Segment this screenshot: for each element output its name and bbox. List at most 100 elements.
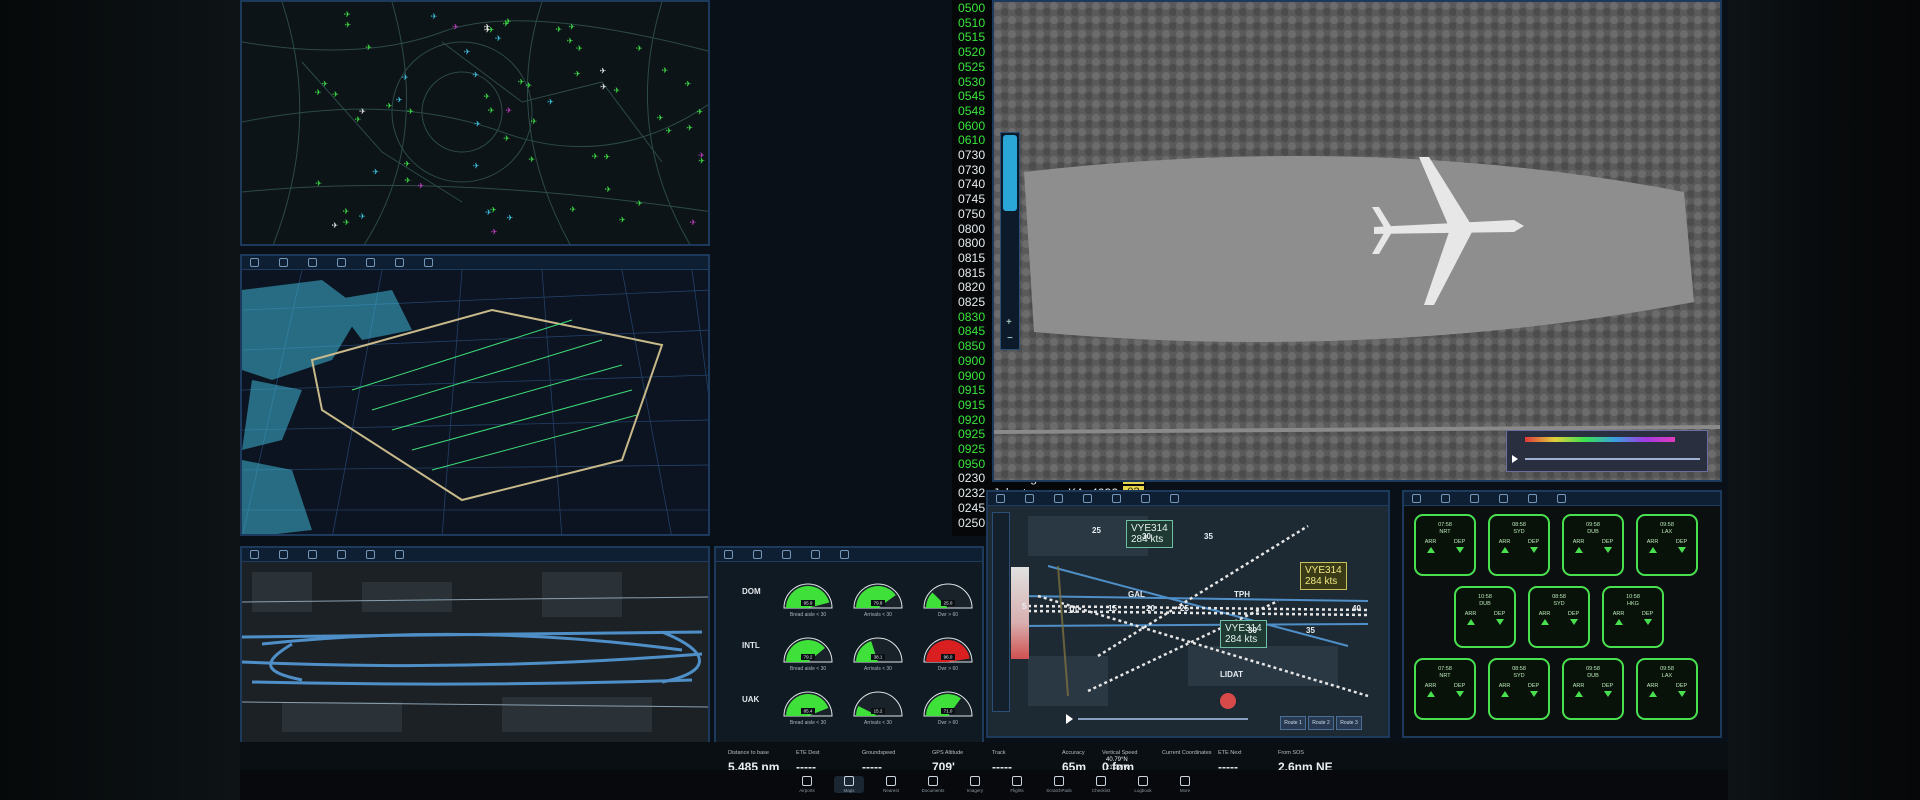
route-icon[interactable]: [337, 258, 346, 267]
timeline-track[interactable]: [1525, 458, 1700, 460]
traffic-map-panel[interactable]: ✈ ✈ ✈ ✈ ✈ ✈ ✈ ✈ ✈ ✈ ✈ ✈ ✈ ✈ ✈ ✈ ✈ ✈ ✈ ✈ ✈ ✈ ✈ ✈ ✈ ✈ ✈ ✈ ✈ ✈ ✈ ✈ ✈ ✈ ✈ ✈ ✈ ✈ ✈ ✈…: [240, 0, 710, 246]
taxi-label-tph: TPH: [1234, 590, 1250, 599]
home-icon[interactable]: [996, 494, 1005, 503]
gate-card[interactable]: 07:58 NRT ARR DEP: [1414, 514, 1476, 576]
check-icon[interactable]: [424, 258, 433, 267]
gate-card-dep: DEP: [1567, 611, 1580, 617]
gate-status-panel[interactable]: 07:58 NRT ARR DEP 08:58 SYD ARR DEP 09:58 …: [1402, 490, 1722, 738]
gate-card[interactable]: 10:58 DUB ARR DEP: [1454, 586, 1516, 648]
plus-icon[interactable]: +: [1006, 317, 1012, 328]
check-icon[interactable]: [395, 550, 404, 559]
chart-icon[interactable]: [753, 550, 762, 559]
home-icon[interactable]: [250, 258, 259, 267]
gate-card[interactable]: 09:58 DUB ARR DEP: [1562, 658, 1624, 720]
check-icon[interactable]: [1557, 494, 1566, 503]
gate-card[interactable]: 07:58 NRT ARR DEP: [1414, 658, 1476, 720]
timeline-widget[interactable]: [1506, 430, 1708, 472]
pen-icon[interactable]: [395, 258, 404, 267]
aircraft-target-icon: ✈: [567, 36, 574, 45]
gauge-readout: 85.4: [804, 709, 813, 714]
pen-icon[interactable]: [1141, 494, 1150, 503]
home-icon[interactable]: [250, 550, 259, 559]
play-icon[interactable]: [1066, 714, 1073, 724]
surface-timeline[interactable]: [1078, 718, 1248, 720]
airport-3d-panel[interactable]: [240, 254, 710, 536]
layers-icon[interactable]: [1025, 494, 1034, 503]
taxi-label-gal: GAL: [1128, 590, 1145, 599]
gate-card-arr: ARR: [1538, 611, 1551, 617]
aircraft-target-icon: ✈: [355, 115, 362, 124]
gate-card[interactable]: 08:58 SYD ARR DEP: [1528, 586, 1590, 648]
nav-item-flights[interactable]: Flights: [1002, 776, 1032, 793]
aircraft-target-icon: ✈: [365, 43, 372, 52]
search-icon[interactable]: [308, 258, 317, 267]
route-icon[interactable]: [337, 550, 346, 559]
measure-icon[interactable]: [1112, 494, 1121, 503]
nav-item-logbook[interactable]: Logbook: [1128, 776, 1158, 793]
nav-item-airports[interactable]: Airports: [792, 776, 822, 793]
gauge-caption: Dwr > 60: [938, 720, 958, 726]
nav-item-scratchpads[interactable]: ScratchPads: [1044, 776, 1074, 793]
layers-icon[interactable]: [1441, 494, 1450, 503]
route-icon[interactable]: [1499, 494, 1508, 503]
layers-icon[interactable]: [279, 550, 288, 559]
search-icon[interactable]: [1470, 494, 1479, 503]
home-icon[interactable]: [1412, 494, 1421, 503]
aircraft-target-icon: ✈: [657, 113, 664, 122]
check-icon[interactable]: [1170, 494, 1179, 503]
nav-item-checklist[interactable]: Checklist: [1086, 776, 1116, 793]
departure-arrow-icon: [1529, 547, 1538, 553]
gate-card-arr: ARR: [1424, 539, 1437, 545]
nav-item-more[interactable]: More: [1170, 776, 1200, 793]
gate-card-arr: ARR: [1612, 611, 1625, 617]
pen-icon[interactable]: [1528, 494, 1537, 503]
status-label: Vertical Speed: [1102, 750, 1138, 756]
route-3-button[interactable]: Route 3: [1336, 716, 1362, 730]
gate-card-code: SYD: [1513, 529, 1525, 535]
departure-arrow-icon: [1677, 547, 1686, 553]
gate-card[interactable]: 10:58 HKG ARR DEP: [1602, 586, 1664, 648]
callout-aircraft-2[interactable]: VYE314 284 kts: [1300, 562, 1347, 590]
home-icon[interactable]: [724, 550, 733, 559]
occupancy-gauges-panel[interactable]: DOM 95.9 Bread aisle < 30 79.8 Arrivals < 30…: [714, 546, 984, 744]
zoom-slider[interactable]: [1003, 135, 1017, 211]
gate-card[interactable]: 09:58 DUB ARR DEP: [1562, 514, 1624, 576]
pen-icon[interactable]: [811, 550, 820, 559]
runway-number: 30: [1248, 626, 1257, 635]
departure-arrow-icon: [1643, 619, 1652, 625]
gate-card[interactable]: 08:58 SYD ARR DEP: [1488, 658, 1550, 720]
gate-card[interactable]: 08:58 SYD ARR DEP: [1488, 514, 1550, 576]
aircraft-target-icon: ✈: [344, 10, 351, 19]
search-icon[interactable]: [1054, 494, 1063, 503]
callout-aircraft-3[interactable]: VYE314 284 kts: [1220, 620, 1267, 648]
gate-card[interactable]: 09:58 LAX ARR DEP: [1636, 658, 1698, 720]
measure-icon[interactable]: [366, 258, 375, 267]
aircraft-target-icon: ✈: [402, 73, 409, 82]
gate-card-time: 08:58: [1552, 594, 1566, 600]
nav-imagery-icon: [970, 776, 980, 786]
surface-movement-panel[interactable]: VYE314 284 kts VYE314 284 kts VYE314 284 kt…: [986, 490, 1390, 738]
gate-card[interactable]: 09:58 LAX ARR DEP: [1636, 514, 1698, 576]
nav-item-imagery[interactable]: Imagery: [960, 776, 990, 793]
nav-item-maps[interactable]: Maps: [834, 776, 864, 793]
pen-icon[interactable]: [366, 550, 375, 559]
monitor-bezel-right: [1728, 0, 1920, 800]
check-icon[interactable]: [840, 550, 849, 559]
status-label: From SOS: [1278, 750, 1304, 756]
nav-item-documents[interactable]: Documents: [918, 776, 948, 793]
search-icon[interactable]: [308, 550, 317, 559]
status-label: Track: [992, 750, 1006, 756]
search-icon[interactable]: [782, 550, 791, 559]
landside-map-panel[interactable]: [240, 546, 710, 744]
minus-icon[interactable]: −: [1007, 333, 1013, 344]
nav-item-nearest[interactable]: Nearest: [876, 776, 906, 793]
aerial-view-panel[interactable]: + −: [992, 0, 1722, 482]
route-icon[interactable]: [1083, 494, 1092, 503]
nav-nearest-icon: [886, 776, 896, 786]
route-2-button[interactable]: Route 2: [1308, 716, 1334, 730]
gauge-readout: 79.8: [874, 601, 883, 606]
route-1-button[interactable]: Route 1: [1280, 716, 1306, 730]
play-icon[interactable]: [1512, 455, 1518, 463]
flight-time: 0232: [958, 486, 986, 501]
layers-icon[interactable]: [279, 258, 288, 267]
